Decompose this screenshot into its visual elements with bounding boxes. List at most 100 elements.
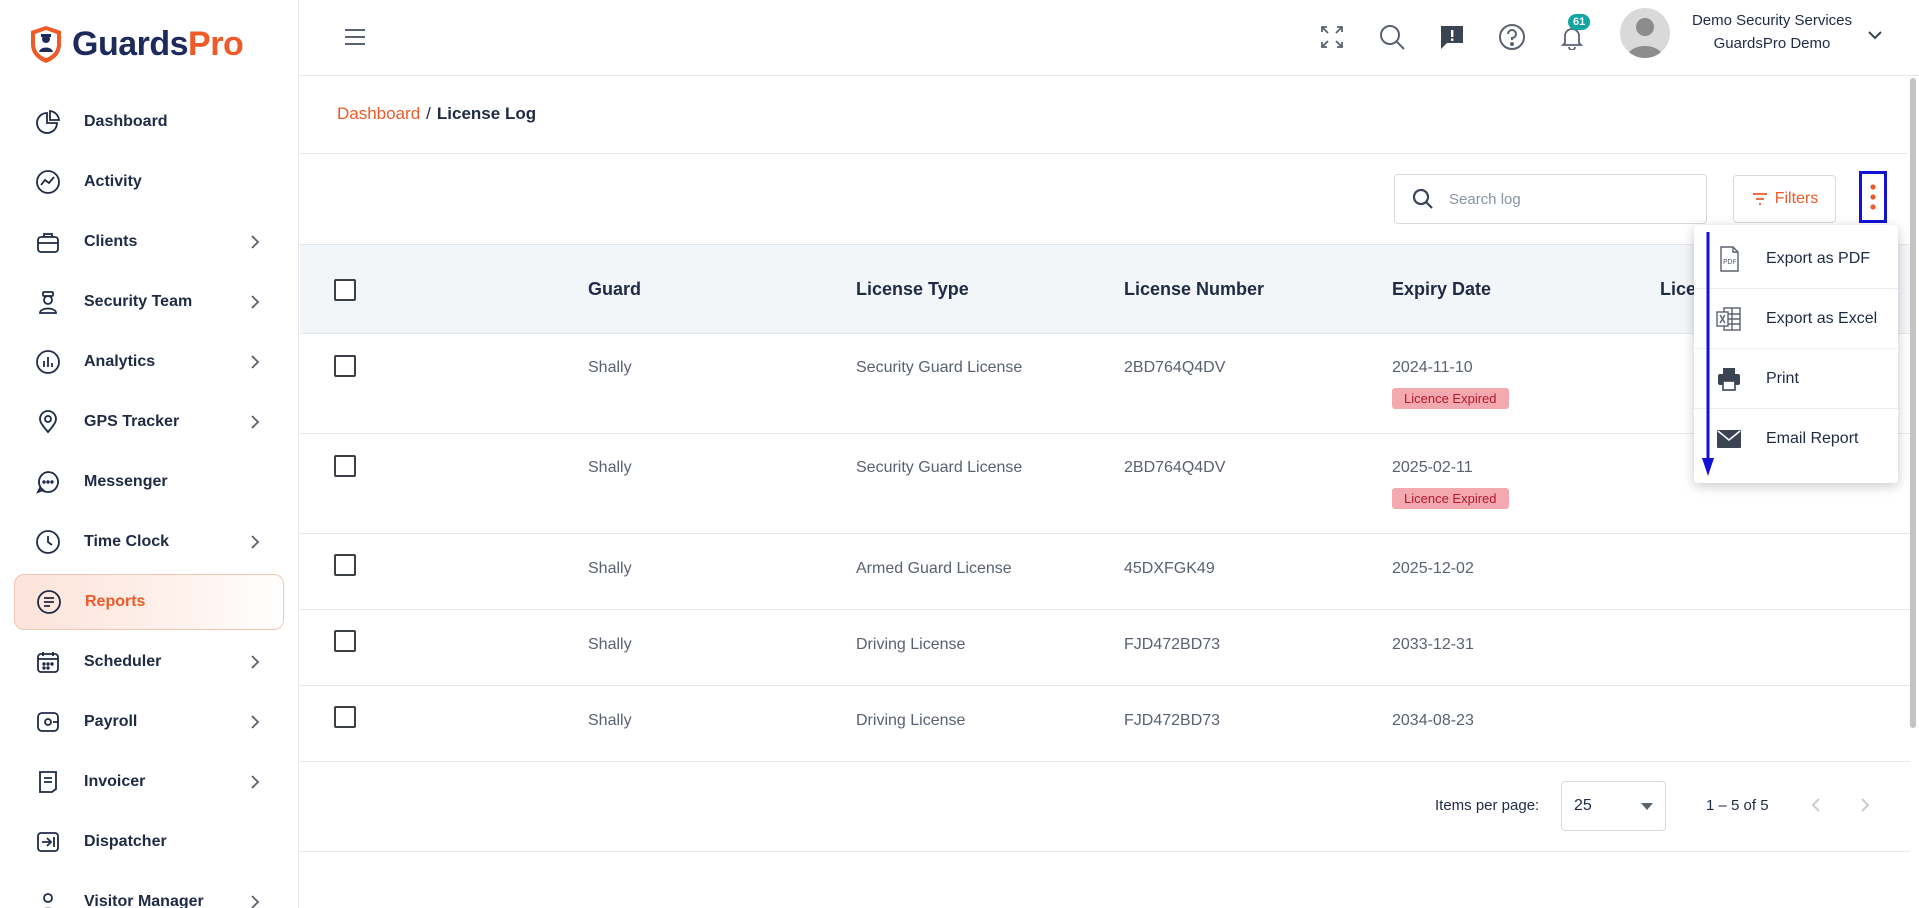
email-report-menu-item[interactable]: Email Report xyxy=(1694,409,1898,469)
sidebar-item-scheduler[interactable]: Scheduler xyxy=(14,634,284,690)
export-excel-menu-item[interactable]: Export as Excel xyxy=(1694,289,1898,349)
column-header-license-number[interactable]: License Number xyxy=(1124,279,1264,300)
caret-down-icon xyxy=(1641,803,1653,810)
table-row: Shally Driving License FJD472BD73 2034-0… xyxy=(300,686,1910,762)
row-checkbox[interactable] xyxy=(334,455,356,477)
search-icon xyxy=(1412,188,1433,209)
row-checkbox[interactable] xyxy=(334,630,356,652)
menu-item-label: Print xyxy=(1766,369,1799,387)
column-header-guard[interactable]: Guard xyxy=(588,279,641,300)
cell-expiry-date: 2025-02-11 xyxy=(1392,459,1473,476)
help-icon[interactable] xyxy=(1497,22,1527,52)
logo[interactable]: GuardsPro xyxy=(28,24,244,64)
previous-page-button[interactable] xyxy=(1805,794,1827,816)
sidebar-item-label: Dashboard xyxy=(84,113,168,130)
cell-license-type: Armed Guard License xyxy=(856,560,1012,577)
dashboard-icon xyxy=(34,108,62,136)
page-title: License Log xyxy=(436,104,537,123)
filters-label: Filters xyxy=(1774,190,1819,207)
scrollbar[interactable] xyxy=(1910,78,1916,728)
status-badge: Licence Expired xyxy=(1392,488,1509,509)
chevron-right-icon xyxy=(251,535,260,549)
sidebar-item-dispatcher[interactable]: Dispatcher xyxy=(14,814,284,870)
items-per-page-select[interactable]: 25 xyxy=(1561,781,1666,831)
sidebar-item-reports[interactable]: Reports xyxy=(14,574,284,630)
row-checkbox[interactable] xyxy=(334,355,356,377)
security-team-icon xyxy=(34,288,62,316)
sidebar-item-label: GPS Tracker xyxy=(84,413,180,430)
sidebar-item-time-clock[interactable]: Time Clock xyxy=(14,514,284,570)
pdf-icon: PDF xyxy=(1714,244,1744,274)
sidebar-item-analytics[interactable]: Analytics xyxy=(14,334,284,390)
chevron-down-icon[interactable] xyxy=(1866,26,1884,44)
row-checkbox[interactable] xyxy=(334,554,356,576)
export-menu: PDF Export as PDF Export as Excel Print … xyxy=(1694,225,1898,483)
search-log-input[interactable] xyxy=(1449,190,1689,208)
email-icon xyxy=(1714,424,1744,454)
chevron-right-icon xyxy=(1861,798,1870,812)
invoicer-icon xyxy=(34,768,62,796)
search-log-box[interactable] xyxy=(1394,174,1707,224)
sidebar-item-label: Security Team xyxy=(84,293,193,310)
column-header-expiry-date[interactable]: Expiry Date xyxy=(1392,279,1491,300)
feedback-icon[interactable] xyxy=(1437,22,1467,52)
chevron-left-icon xyxy=(1811,798,1820,812)
svg-text:PDF: PDF xyxy=(1723,258,1737,266)
sidebar-item-label: Messenger xyxy=(84,473,168,490)
sidebar-item-label: Clients xyxy=(84,233,138,250)
fullscreen-icon[interactable] xyxy=(1317,22,1347,52)
avatar[interactable] xyxy=(1620,8,1670,58)
export-pdf-menu-item[interactable]: PDF Export as PDF xyxy=(1694,229,1898,289)
sidebar-item-dashboard[interactable]: Dashboard xyxy=(14,94,284,150)
print-menu-item[interactable]: Print xyxy=(1694,349,1898,409)
next-page-button[interactable] xyxy=(1854,794,1876,816)
hamburger-menu-icon[interactable] xyxy=(342,24,368,50)
breadcrumb-separator: / xyxy=(426,104,431,123)
scroll-down-arrow-annotation xyxy=(1702,232,1714,476)
table-header: Guard License Type License Number Expiry… xyxy=(300,244,1910,334)
cell-expiry-date: 2024-11-10 xyxy=(1392,359,1473,376)
cell-license-number: 45DXFGK49 xyxy=(1124,560,1215,577)
sidebar-item-gps-tracker[interactable]: GPS Tracker xyxy=(14,394,284,450)
breadcrumb: Dashboard / License Log xyxy=(337,104,536,124)
cell-guard: Shally xyxy=(588,712,632,729)
sidebar-item-clients[interactable]: Clients xyxy=(14,214,284,270)
analytics-icon xyxy=(34,348,62,376)
sidebar-item-messenger[interactable]: Messenger xyxy=(14,454,284,510)
payroll-icon xyxy=(34,708,62,736)
row-checkbox[interactable] xyxy=(334,706,356,728)
select-all-checkbox[interactable] xyxy=(334,279,356,301)
chevron-right-icon xyxy=(251,355,260,369)
gps-tracker-icon xyxy=(34,408,62,436)
sidebar-item-security-team[interactable]: Security Team xyxy=(14,274,284,330)
user-name: GuardsPro Demo xyxy=(1713,35,1831,52)
breadcrumb-dashboard-link[interactable]: Dashboard xyxy=(337,104,420,123)
sidebar-item-label: Dispatcher xyxy=(84,833,167,850)
sidebar-item-activity[interactable]: Activity xyxy=(14,154,284,210)
sidebar-nav: Dashboard Activity Clients Security Team… xyxy=(14,94,284,908)
search-icon[interactable] xyxy=(1377,22,1407,52)
menu-item-label: Export as Excel xyxy=(1766,309,1878,327)
chevron-right-icon xyxy=(251,715,260,729)
chevron-right-icon xyxy=(251,235,260,249)
status-badge: Licence Expired xyxy=(1392,388,1509,409)
items-per-page-value: 25 xyxy=(1574,797,1592,814)
column-header-license-type[interactable]: License Type xyxy=(856,279,969,300)
cell-guard: Shally xyxy=(588,459,632,476)
column-header-license-status[interactable]: Lice xyxy=(1660,279,1696,300)
cell-license-number: 2BD764Q4DV xyxy=(1124,359,1226,376)
cell-license-number: FJD472BD73 xyxy=(1124,636,1221,653)
more-options-button[interactable] xyxy=(1859,171,1887,223)
sidebar-item-label: Analytics xyxy=(84,353,156,370)
sidebar-item-label: Reports xyxy=(85,593,146,610)
sidebar-item-payroll[interactable]: Payroll xyxy=(14,694,284,750)
cell-license-type: Driving License xyxy=(856,712,966,729)
sidebar-item-invoicer[interactable]: Invoicer xyxy=(14,754,284,810)
sidebar-item-visitor-manager[interactable]: Visitor Manager xyxy=(14,874,284,908)
chevron-right-icon xyxy=(251,295,260,309)
sidebar: GuardsPro Dashboard Activity Clients Sec… xyxy=(0,0,299,908)
guardspro-shield-icon xyxy=(31,26,61,63)
pagination-range: 1 – 5 of 5 xyxy=(1706,797,1769,814)
filters-button[interactable]: Filters xyxy=(1733,175,1836,223)
user-menu[interactable]: Demo Security Services GuardsPro Demo xyxy=(1682,10,1862,56)
